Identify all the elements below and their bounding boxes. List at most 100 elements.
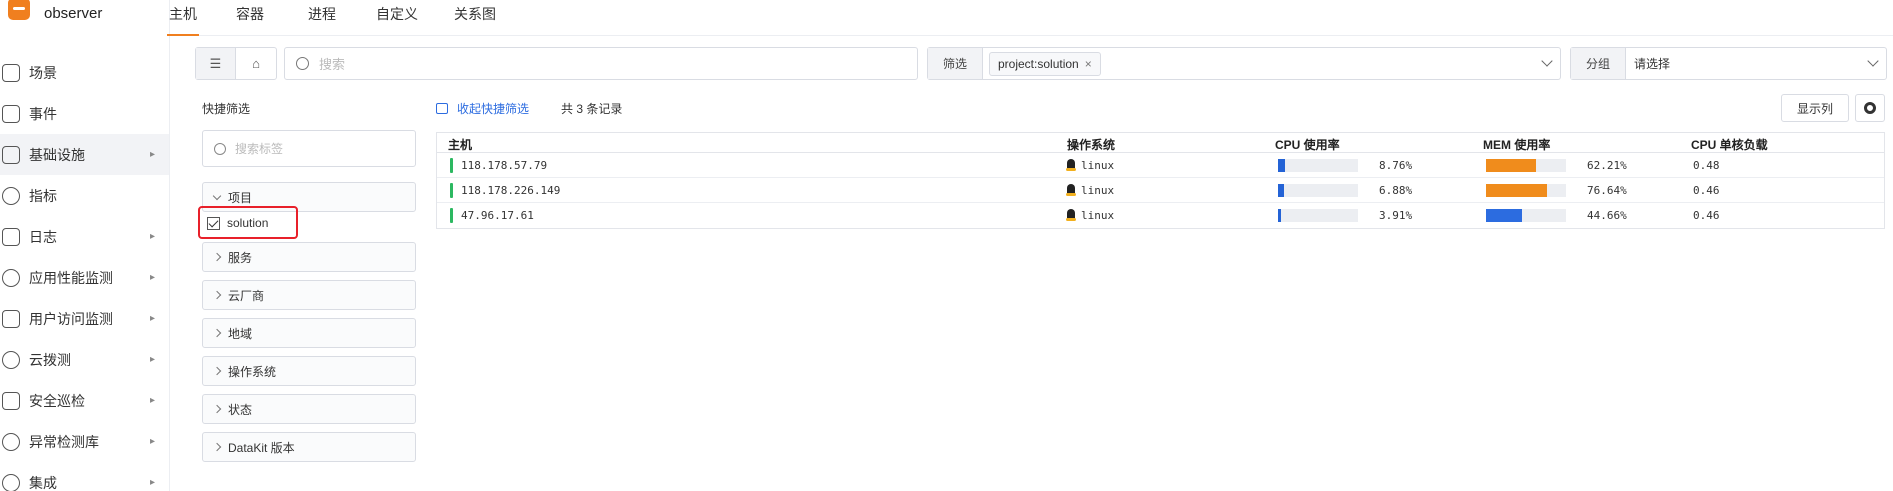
highlight-box — [198, 206, 298, 239]
os-label: linux — [1081, 159, 1115, 172]
logo-icon — [8, 0, 30, 20]
sidebar-item[interactable]: 应用性能监测 ▸ — [0, 257, 169, 298]
settings-button[interactable] — [1855, 94, 1885, 122]
filter-group[interactable]: DataKit 版本 — [202, 432, 416, 462]
list-icon: ☰ — [209, 55, 222, 71]
os-label: linux — [1081, 184, 1115, 197]
tab-container[interactable]: 容器 — [236, 4, 264, 36]
sidebar-item[interactable]: 异常检测库 ▸ — [0, 421, 169, 462]
table-row[interactable]: 118.178.57.79 linux 8.76% 62.21% 0.48 — [437, 153, 1884, 178]
honeycomb-view-button[interactable]: ⌂ — [236, 48, 276, 79]
chevron-right-icon: ▸ — [149, 272, 155, 283]
sidebar-item-label: 安全巡检 — [29, 392, 85, 409]
sidebar-item[interactable]: 场景 — [0, 52, 169, 93]
filter-group-label: DataKit 版本 — [228, 440, 295, 455]
sidebar-item[interactable]: 基础设施 ▸ — [0, 134, 169, 175]
header-os[interactable]: 操作系统 — [1067, 136, 1115, 153]
integration-icon — [2, 473, 20, 491]
sidebar-item[interactable]: 云拨测 ▸ — [0, 339, 169, 380]
filter-group[interactable]: 服务 — [202, 242, 416, 272]
mem-usage-value: 44.66% — [1587, 209, 1627, 222]
app-name: observer — [44, 4, 103, 22]
filter-select[interactable]: 筛选 project:solution × — [927, 47, 1561, 80]
sidebar-item-label: 云拨测 — [29, 351, 71, 368]
sidebar-item-label: 基础设施 — [29, 146, 85, 163]
sidebar-item[interactable]: 日志 ▸ — [0, 216, 169, 257]
show-columns-button[interactable]: 显示列 — [1781, 94, 1849, 122]
list-view-button[interactable]: ☰ — [196, 48, 237, 79]
tab-process[interactable]: 进程 — [308, 4, 336, 36]
chevron-right-icon — [212, 252, 222, 262]
cpu-usage-bar — [1278, 159, 1358, 172]
table-header: 主机 操作系统 CPU 使用率 MEM 使用率 CPU 单核负载 — [437, 133, 1884, 153]
top-tabs: 主机 容器 进程 自定义 关系图 — [167, 0, 1893, 36]
os-cell: linux — [1066, 159, 1115, 172]
mem-usage-fill — [1486, 159, 1536, 172]
sidebar-item-label: 日志 — [29, 228, 57, 245]
chevron-down-icon[interactable] — [1867, 55, 1879, 67]
sidebar-item-label: 异常检测库 — [29, 433, 99, 450]
cpu-usage-fill — [1278, 159, 1285, 172]
chevron-right-icon: ▸ — [149, 313, 155, 324]
cpu-usage-value: 3.91% — [1379, 209, 1413, 222]
linux-icon — [1066, 159, 1076, 171]
filter-group[interactable]: 地域 — [202, 318, 416, 348]
tag-search-input[interactable]: 搜索标签 — [202, 130, 416, 167]
header-mem[interactable]: MEM 使用率 — [1483, 136, 1550, 153]
sidebar-item[interactable]: 集成 ▸ — [0, 462, 169, 491]
app-root: observer 场景 事件 基础设施 ▸ 指标 日志 ▸ 应用性能监测 ▸ 用户访问监测 ▸ 云拨测… — [0, 0, 1893, 491]
linux-icon — [1066, 184, 1076, 196]
sidebar-item-label: 事件 — [29, 105, 57, 122]
filter-group-label: 服务 — [228, 250, 253, 265]
table-row[interactable]: 47.96.17.61 linux 3.91% 44.66% 0.46 — [437, 203, 1884, 228]
filter-group[interactable]: 操作系统 — [202, 356, 416, 386]
monitor-icon — [2, 63, 20, 82]
chevron-right-icon — [212, 290, 222, 300]
status-indicator — [450, 183, 453, 198]
group-label: 分组 — [1571, 48, 1626, 79]
filter-chip: project:solution × — [989, 51, 1101, 76]
sidebar-item[interactable]: 用户访问监测 ▸ — [0, 298, 169, 339]
filter-group-label: 云厂商 — [228, 288, 265, 303]
chevron-down-icon — [212, 191, 222, 200]
header-host[interactable]: 主机 — [448, 136, 472, 153]
logo[interactable]: observer — [8, 0, 102, 26]
sidebar-item[interactable]: 指标 — [0, 175, 169, 216]
mem-usage-value: 76.64% — [1587, 184, 1627, 197]
filter-group[interactable]: 状态 — [202, 394, 416, 424]
panel-collapse-icon — [436, 103, 448, 114]
chevron-down-icon[interactable] — [1541, 55, 1553, 67]
document-icon — [2, 227, 20, 246]
view-toggle: ☰ ⌂ — [195, 47, 277, 80]
chevron-right-icon — [212, 366, 222, 376]
chevron-right-icon — [212, 404, 222, 414]
header-cpu[interactable]: CPU 使用率 — [1275, 136, 1340, 153]
search-input[interactable]: 搜索 — [284, 47, 918, 80]
tab-host[interactable]: 主机 — [167, 4, 199, 36]
collapse-quick-filter-link[interactable]: 收起快捷筛选 — [436, 100, 529, 117]
signal-icon — [2, 350, 20, 369]
sidebar-item[interactable]: 安全巡检 ▸ — [0, 380, 169, 421]
os-label: linux — [1081, 209, 1115, 222]
host-cell[interactable]: 47.96.17.61 — [461, 209, 534, 222]
header-load[interactable]: CPU 单核负载 — [1691, 136, 1768, 153]
mem-usage-value: 62.21% — [1587, 159, 1627, 172]
close-icon[interactable]: × — [1085, 57, 1092, 71]
chevron-right-icon: ▸ — [149, 395, 155, 406]
filter-group-label: 操作系统 — [228, 364, 277, 379]
chevron-right-icon: ▸ — [149, 231, 155, 242]
filter-group-label: 地域 — [228, 326, 253, 341]
filter-group[interactable]: 云厂商 — [202, 280, 416, 310]
group-select[interactable]: 分组 请选择 — [1570, 47, 1887, 80]
gear-icon — [1864, 102, 1876, 114]
host-cell[interactable]: 118.178.226.149 — [461, 184, 560, 197]
cpu-usage-bar — [1278, 209, 1358, 222]
tab-custom[interactable]: 自定义 — [376, 4, 418, 36]
flag-icon — [2, 104, 20, 123]
tab-relation-graph[interactable]: 关系图 — [454, 4, 496, 36]
linux-icon — [1066, 209, 1076, 221]
mem-usage-bar — [1486, 184, 1566, 197]
host-cell[interactable]: 118.178.57.79 — [461, 159, 547, 172]
table-row[interactable]: 118.178.226.149 linux 6.88% 76.64% 0.46 — [437, 178, 1884, 203]
sidebar-item[interactable]: 事件 — [0, 93, 169, 134]
